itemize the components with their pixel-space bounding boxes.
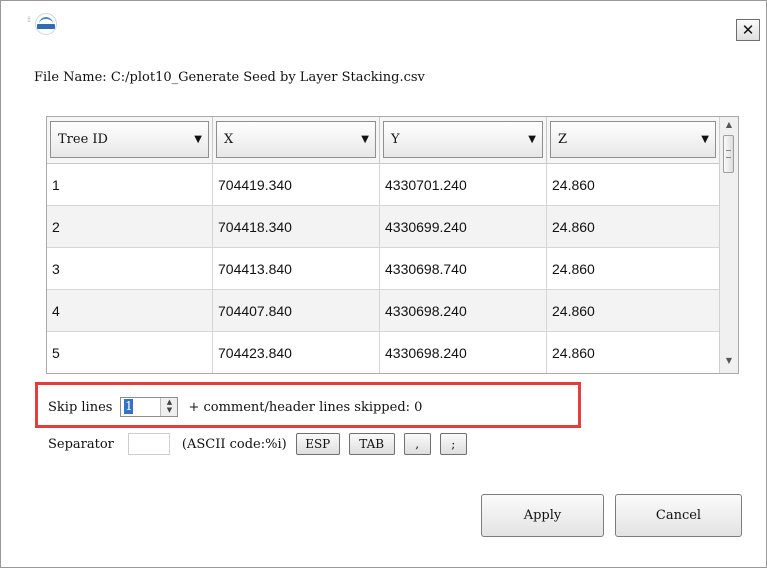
comma-button[interactable]: ,: [403, 433, 431, 455]
column-type-select-tree-id[interactable]: Tree ID ▼: [50, 121, 209, 158]
dropdown-arrow-icon: ▼: [361, 134, 369, 145]
apply-button[interactable]: Apply: [481, 494, 604, 537]
cancel-button[interactable]: Cancel: [615, 494, 742, 537]
table-cell: 704423.840: [213, 332, 380, 373]
close-icon: ✕: [741, 20, 755, 39]
column-header-label: Z: [558, 132, 568, 147]
table-cell: 24.860: [547, 206, 720, 248]
column-header-tree-id: Tree ID ▼: [47, 117, 213, 164]
table-cell: 4330698.240: [380, 332, 547, 373]
table-cell: 4: [47, 290, 213, 332]
table-cell: 24.860: [547, 248, 720, 290]
table-cell: 4330698.740: [380, 248, 547, 290]
app-logo: ⁞⁞: [27, 11, 61, 41]
data-preview-table: Tree ID ▼ X ▼ Y ▼ Z ▼ 1 704419.340 43307…: [46, 116, 739, 374]
column-type-select-z[interactable]: Z ▼: [550, 121, 716, 158]
table-cell: 24.860: [547, 164, 720, 206]
scrollbar-thumb[interactable]: [723, 135, 734, 173]
skip-lines-spinbox[interactable]: 1 ▲ ▼: [120, 397, 179, 417]
spin-arrows-icon[interactable]: ▲ ▼: [160, 398, 178, 416]
file-name-label: File Name:: [34, 70, 107, 85]
table-cell: 704407.840: [213, 290, 380, 332]
column-header-label: Tree ID: [58, 132, 108, 147]
table-cell: 5: [47, 332, 213, 373]
column-header-x: X ▼: [213, 117, 380, 164]
grip-icon: ⁞⁞: [27, 15, 31, 24]
table-header: Tree ID ▼ X ▼ Y ▼ Z ▼: [47, 117, 720, 164]
skipped-lines-info: + comment/header lines skipped: 0: [188, 399, 423, 415]
dropdown-arrow-icon: ▼: [194, 134, 202, 145]
scroll-up-arrow-icon[interactable]: ▲: [720, 120, 738, 134]
table-body: 1 704419.340 4330701.240 24.860 2 704418…: [47, 164, 720, 373]
table-cell: 704413.840: [213, 248, 380, 290]
table-row[interactable]: 4 704407.840 4330698.240 24.860: [47, 290, 720, 332]
table-cell: 4330699.240: [380, 206, 547, 248]
table-row[interactable]: 1 704419.340 4330701.240 24.860: [47, 164, 720, 206]
table-cell: 704419.340: [213, 164, 380, 206]
column-header-label: X: [224, 132, 234, 147]
skip-lines-value[interactable]: 1: [124, 399, 134, 414]
dropdown-arrow-icon: ▼: [701, 134, 709, 145]
separator-input[interactable]: [127, 433, 170, 455]
table-cell: 1: [47, 164, 213, 206]
close-button[interactable]: ✕: [736, 19, 760, 41]
table-vertical-scrollbar[interactable]: ▲ ▼: [719, 117, 738, 373]
column-header-y: Y ▼: [380, 117, 547, 164]
separator-label: Separator: [48, 436, 114, 452]
column-type-select-x[interactable]: X ▼: [216, 121, 376, 158]
table-cell: 24.860: [547, 290, 720, 332]
tab-button[interactable]: TAB: [348, 433, 395, 455]
semicolon-button[interactable]: ;: [439, 433, 467, 455]
separator-row: Separator (ASCII code:%i) ESP TAB , ;: [48, 433, 467, 455]
table-row[interactable]: 5 704423.840 4330698.240 24.860: [47, 332, 720, 373]
table-cell: 704418.340: [213, 206, 380, 248]
table-cell: 2: [47, 206, 213, 248]
file-name: File Name: C:/plot10_Generate Seed by La…: [34, 70, 425, 85]
dropdown-arrow-icon: ▼: [528, 134, 536, 145]
column-header-label: Y: [391, 132, 400, 147]
table-cell: 4330701.240: [380, 164, 547, 206]
scroll-down-arrow-icon[interactable]: ▼: [720, 356, 738, 370]
esp-button[interactable]: ESP: [295, 433, 340, 455]
table-row[interactable]: 3 704413.840 4330698.740 24.860: [47, 248, 720, 290]
column-header-z: Z ▼: [547, 117, 720, 164]
column-type-select-y[interactable]: Y ▼: [383, 121, 543, 158]
skip-lines-label: Skip lines: [48, 399, 113, 415]
table-cell: 4330698.240: [380, 290, 547, 332]
table-cell: 3: [47, 248, 213, 290]
table-cell: 24.860: [547, 332, 720, 373]
import-dialog: ⁞⁞ ✕ File Name: C:/plot10_Generate Seed …: [0, 0, 767, 568]
ascii-code-hint: (ASCII code:%i): [181, 436, 287, 452]
file-path: C:/plot10_Generate Seed by Layer Stackin…: [110, 70, 425, 85]
lidar-app-logo-icon: [35, 13, 57, 35]
skip-lines-row: Skip lines 1 ▲ ▼ + comment/header lines s…: [48, 397, 422, 417]
table-row[interactable]: 2 704418.340 4330699.240 24.860: [47, 206, 720, 248]
